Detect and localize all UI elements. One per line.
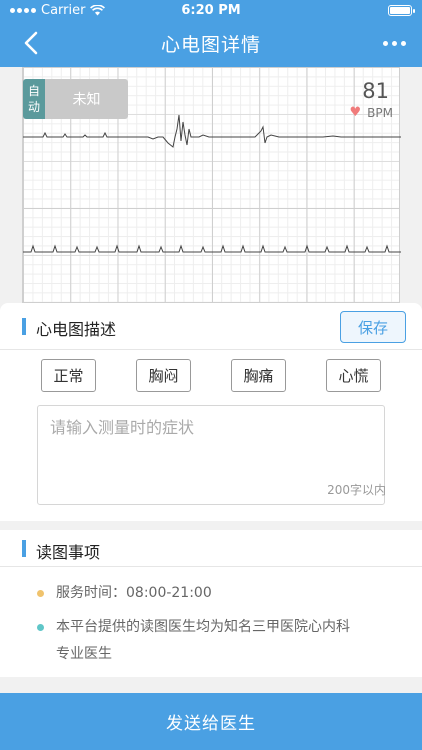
description-header: 心电图描述 保存	[0, 303, 422, 350]
section-title: 心电图描述	[36, 320, 117, 339]
heart-icon: ♥	[349, 105, 362, 120]
nav-header: Carrier 6:20 PM 心电图详情	[0, 0, 422, 67]
bullet-dot	[37, 590, 44, 597]
heart-rate-value: 81	[362, 79, 389, 103]
section-title: 读图事项	[36, 543, 101, 562]
ecg-description-card: 心电图描述 保存 正常 胸闷 胸痛 心慌 200字以内	[0, 303, 422, 521]
save-button[interactable]: 保存	[340, 311, 406, 343]
note-item: 专业医生	[56, 646, 112, 662]
section-marker	[22, 540, 26, 557]
tag-palpitation[interactable]: 心慌	[326, 359, 381, 392]
section-marker	[22, 318, 26, 335]
heart-rate-unit: ♥ BPM	[349, 105, 393, 120]
more-icon	[382, 40, 388, 46]
notes-header: 读图事项	[0, 530, 422, 567]
ecg-chart: 自 动 未知 81 ♥ BPM	[22, 67, 401, 307]
note-item: 服务时间：08:00-21:00	[56, 585, 212, 601]
page-title: 心电图详情	[160, 34, 261, 56]
send-to-doctor-button[interactable]: 发送给医生	[0, 693, 422, 750]
auto-mode-label: 自 动	[23, 79, 45, 119]
battery-icon	[388, 5, 415, 16]
mode-badge: 自 动 未知	[23, 79, 128, 119]
tag-normal[interactable]: 正常	[41, 359, 96, 392]
note-item: 本平台提供的读图医生均为知名三甲医院心内科	[56, 619, 350, 635]
tag-chest-pain[interactable]: 胸痛	[231, 359, 286, 392]
result-status: 未知	[45, 79, 128, 119]
more-button[interactable]	[380, 33, 408, 53]
status-time: 6:20 PM	[181, 3, 241, 18]
bullet-dot	[37, 624, 44, 631]
status-bar: Carrier 6:20 PM	[0, 0, 422, 22]
tag-chest-tightness[interactable]: 胸闷	[136, 359, 191, 392]
reading-notes: 读图事项 服务时间：08:00-21:00 本平台提供的读图医生均为知名三甲医院…	[0, 530, 422, 677]
char-limit: 200字以内	[327, 483, 386, 497]
